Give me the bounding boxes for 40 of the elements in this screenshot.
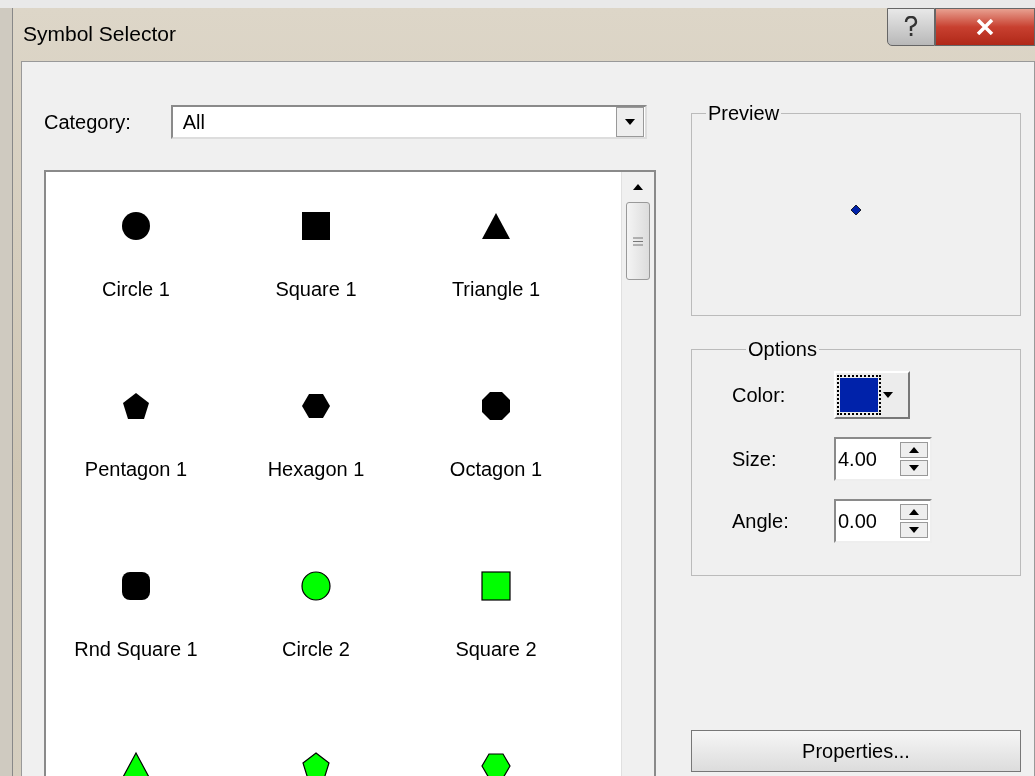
help-button[interactable] [887, 8, 935, 46]
spin-down-button[interactable] [900, 460, 928, 476]
down-arrow-icon [909, 527, 919, 533]
angle-label: Angle: [732, 509, 790, 533]
scrollbar[interactable] [621, 172, 654, 776]
up-arrow-icon [909, 447, 919, 453]
category-label: Category: [44, 110, 131, 134]
diamond-marker-icon [850, 204, 862, 216]
angle-spinbox[interactable]: 0.00 [834, 499, 932, 543]
size-spinbox[interactable]: 4.00 [834, 437, 932, 481]
close-button[interactable] [935, 8, 1035, 46]
category-dropdown[interactable]: All [170, 105, 647, 139]
help-icon [904, 16, 918, 38]
symbol-item[interactable]: Pentagon 1 [46, 352, 226, 532]
symbol-item[interactable]: Hexagon 1 [226, 352, 406, 532]
caret-icon [883, 392, 893, 398]
color-picker-button[interactable] [834, 371, 910, 419]
color-label: Color: [732, 383, 787, 407]
symbol-item[interactable]: Rnd Square 1 [46, 532, 226, 712]
options-title: Options [747, 338, 818, 361]
symbol-item[interactable]: Circle 1 [46, 172, 226, 352]
window-title: Symbol Selector [23, 22, 176, 46]
symbol-item[interactable]: Square 1 [226, 172, 406, 352]
caret-icon [624, 119, 635, 125]
properties-button[interactable]: Properties... [691, 730, 1021, 772]
spin-up-button[interactable] [900, 504, 928, 520]
spin-up-button[interactable] [900, 442, 928, 458]
size-label: Size: [732, 447, 778, 471]
close-icon [976, 19, 994, 35]
preview-title: Preview [707, 102, 781, 125]
scroll-thumb[interactable] [626, 202, 650, 280]
up-arrow-icon [909, 509, 919, 515]
symbol-item[interactable]: Square 2 [406, 532, 586, 712]
symbol-item[interactable]: Circle 2 [226, 532, 406, 712]
symbol-item[interactable]: Triangle 1 [406, 172, 586, 352]
scroll-up-arrow-icon [633, 184, 643, 190]
spin-down-button[interactable] [900, 522, 928, 538]
grip-icon [633, 236, 643, 246]
down-arrow-icon [909, 465, 919, 471]
symbol-item[interactable]: Octagon 1 [406, 352, 586, 532]
